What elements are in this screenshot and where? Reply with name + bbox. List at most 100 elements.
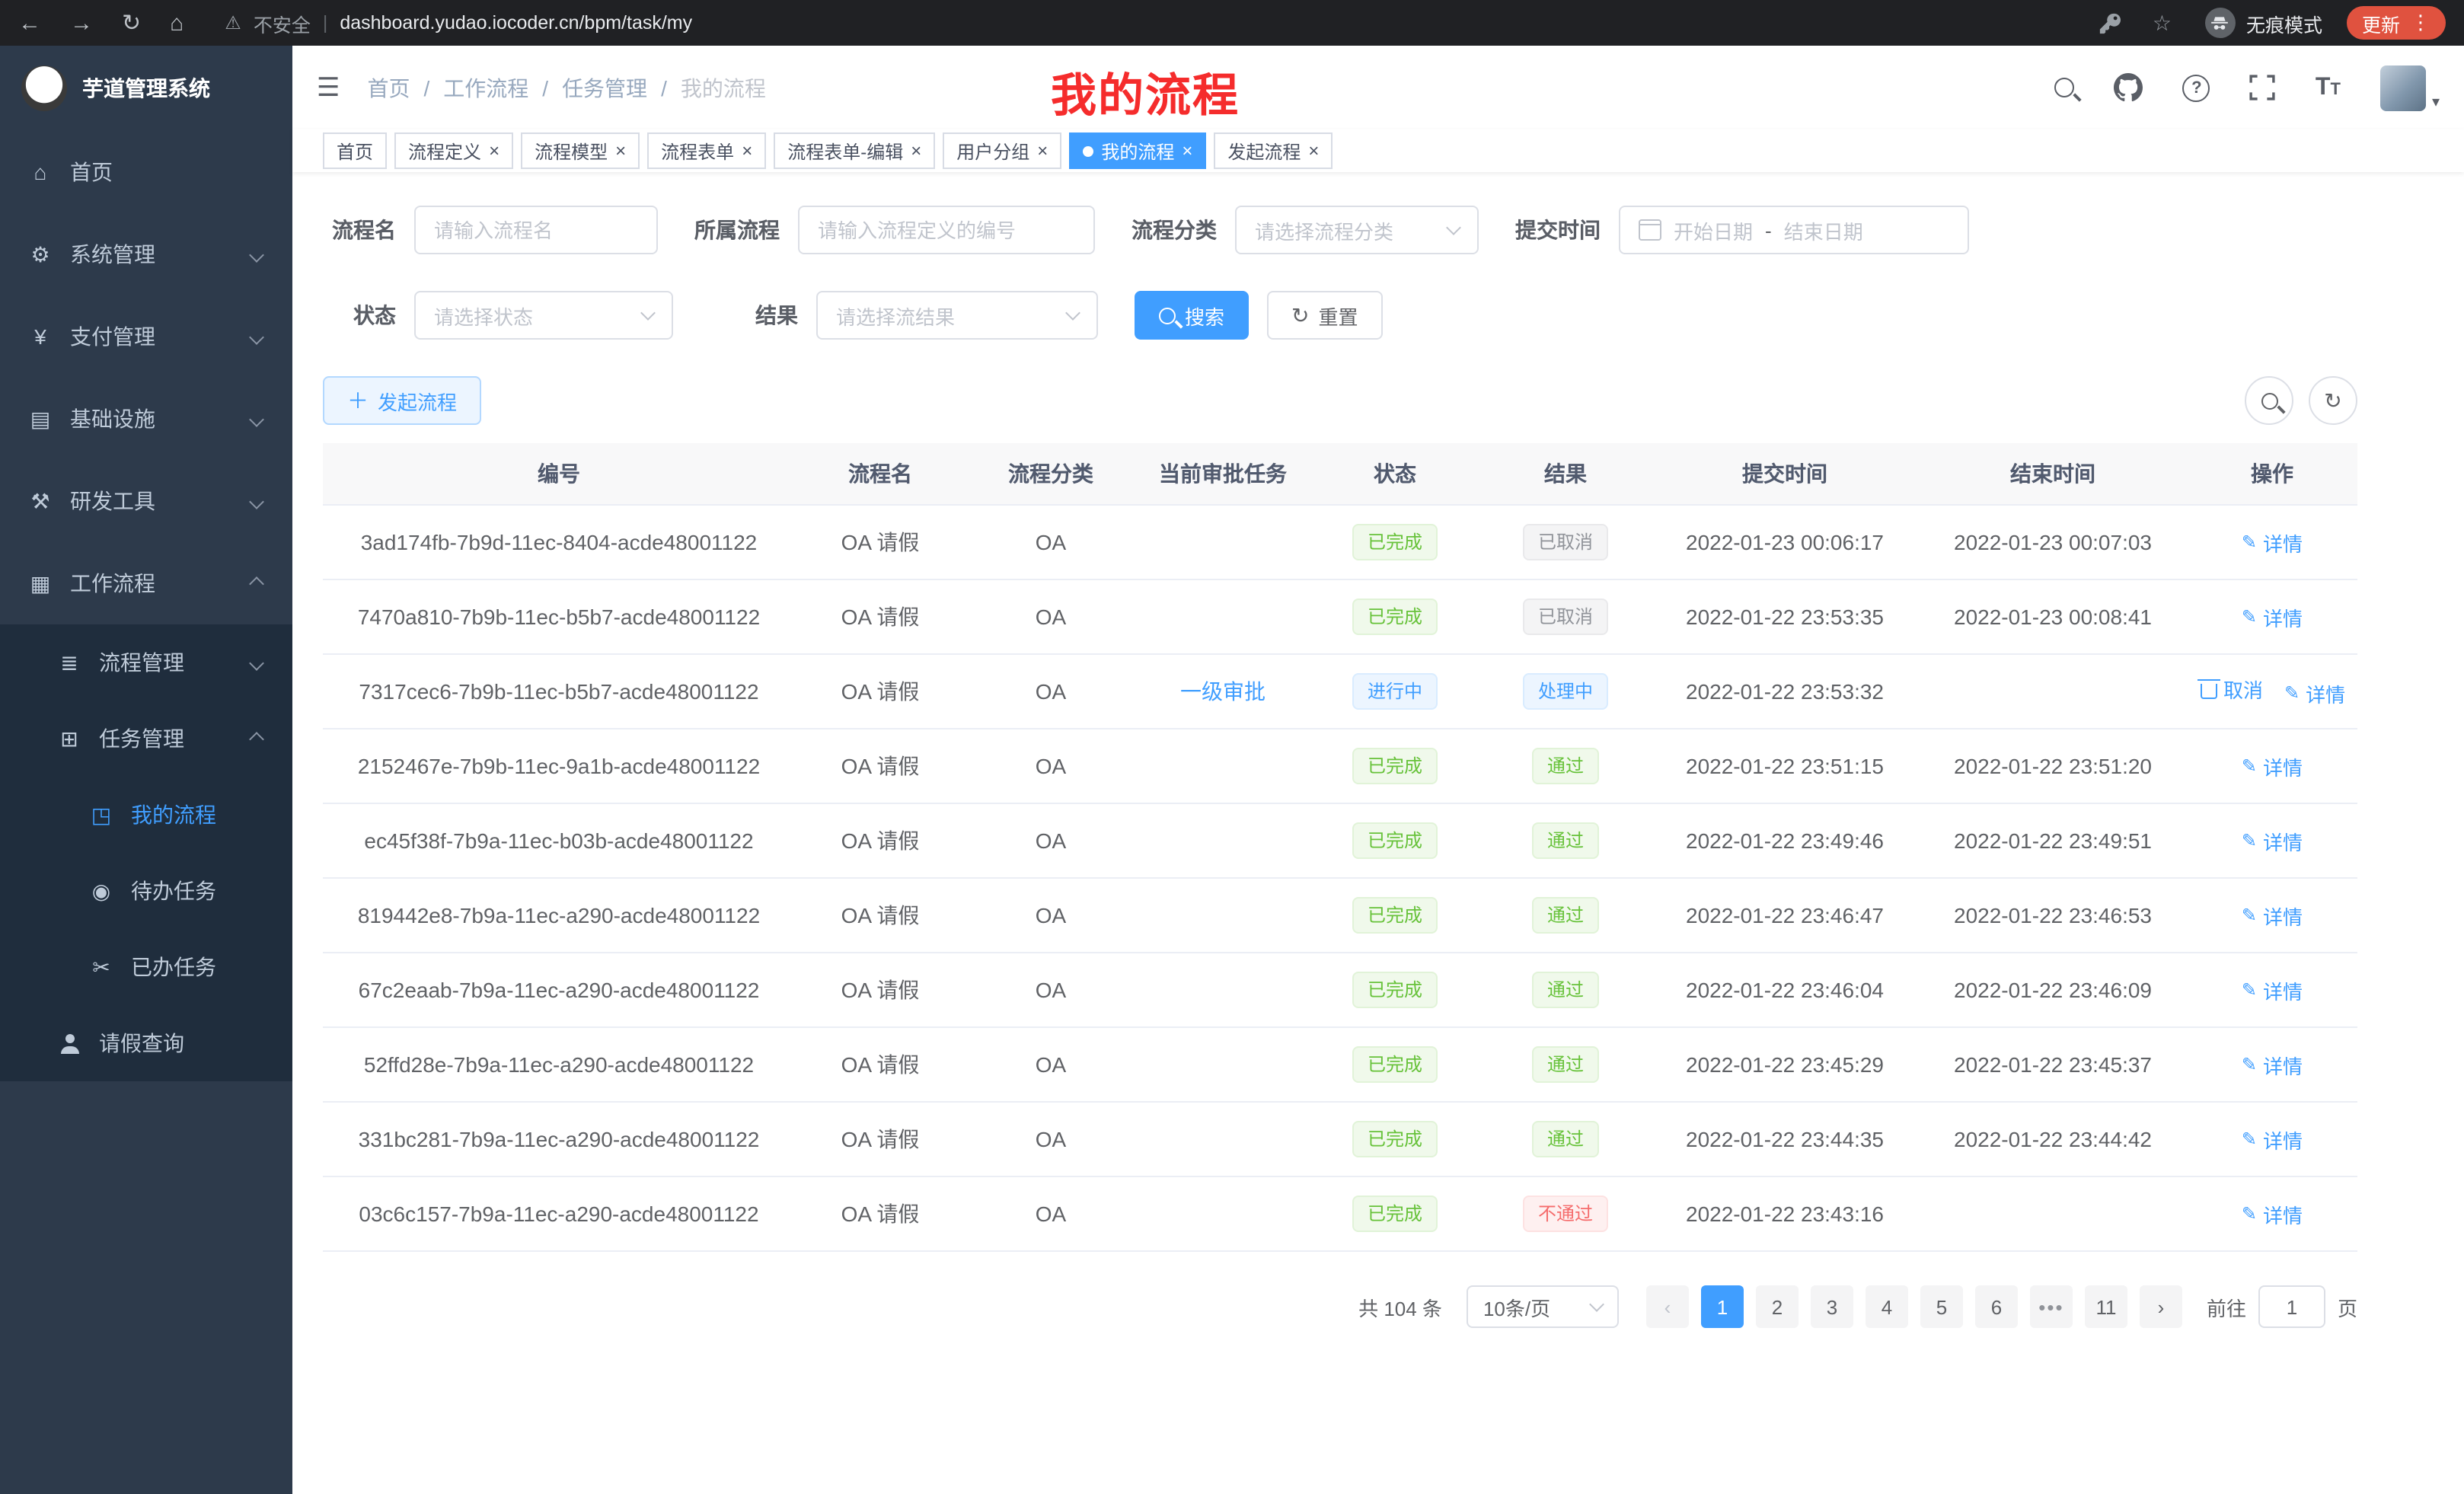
fullscreen-icon[interactable] [2250,75,2276,101]
browser-refresh-icon[interactable]: ↻ [122,9,141,37]
process-definition-input[interactable] [798,206,1095,254]
date-range-picker[interactable]: 开始日期 - 结束日期 [1619,206,1969,254]
cell-category: OA [965,1027,1136,1102]
sidebar-item-system[interactable]: ⚙系统管理 [0,213,292,295]
browser-home-icon[interactable]: ⌂ [170,10,184,36]
chevron-down-icon [1446,220,1461,235]
sidebar-item-payment[interactable]: ¥支付管理 [0,295,292,378]
sidebar-item-done-task[interactable]: ✂已办任务 [0,929,292,1005]
process-name-input[interactable] [414,206,658,254]
result-select[interactable]: 请选择流结果 [816,291,1098,340]
table-search-button[interactable] [2245,376,2293,425]
detail-button[interactable]: ✎详情 [2242,1050,2303,1079]
breadcrumb-item[interactable]: 工作流程 [443,72,528,103]
cell-submit-time: 2022-01-22 23:46:04 [1651,953,1919,1027]
screen: ← → ↻ ⌂ ⚠ 不安全 | dashboard.yudao.iocoder.… [0,0,2464,1494]
page-button-1[interactable]: 1 [1701,1285,1744,1328]
category-select[interactable]: 请选择流程分类 [1235,206,1479,254]
detail-button[interactable]: ✎详情 [2284,679,2345,708]
result-tag: 通过 [1532,1046,1599,1083]
detail-button[interactable]: ✎详情 [2242,826,2303,855]
chevron-down-icon [249,247,264,262]
page-more-button[interactable]: ••• [2030,1285,2073,1328]
tab-user-group[interactable]: 用户分组× [943,132,1061,169]
browser-forward-icon[interactable]: → [70,10,93,36]
sidebar-item-dev-tools[interactable]: ⚒研发工具 [0,460,292,542]
next-page-button[interactable]: › [2140,1285,2182,1328]
cell-category: OA [965,1176,1136,1251]
tab-close-icon[interactable]: × [489,142,500,160]
cell-process-name: OA 请假 [795,1176,965,1251]
table-refresh-button[interactable]: ↻ [2309,376,2357,425]
result-tag: 通过 [1532,897,1599,934]
page-button-3[interactable]: 3 [1811,1285,1853,1328]
page-content: 流程名 所属流程 流程分类 请选择流程分类 [292,172,2464,1374]
page-button-5[interactable]: 5 [1920,1285,1963,1328]
tab-home[interactable]: 首页 [323,132,387,169]
github-icon[interactable] [2115,73,2143,102]
sidebar-item-infrastructure[interactable]: ▤基础设施 [0,378,292,460]
browser-menu-icon[interactable]: ⋮ [2411,11,2430,35]
detail-button[interactable]: ✎详情 [2242,1199,2303,1228]
detail-button[interactable]: ✎详情 [2242,975,2303,1004]
tab-close-icon[interactable]: × [1037,142,1048,160]
tab-process-form-edit[interactable]: 流程表单-编辑× [774,132,935,169]
detail-button[interactable]: ✎详情 [2242,602,2303,631]
prev-page-button[interactable]: ‹ [1646,1285,1689,1328]
page-button-4[interactable]: 4 [1866,1285,1908,1328]
sidebar-item-leave-query[interactable]: 请假查询 [0,1005,292,1081]
plus-icon: ＋ [347,390,369,411]
page-button-11[interactable]: 11 [2085,1285,2127,1328]
create-process-button[interactable]: ＋ 发起流程 [323,376,481,425]
status-select[interactable]: 请选择状态 [414,291,673,340]
user-avatar[interactable]: ▾ [2380,65,2440,110]
tab-close-icon[interactable]: × [1182,142,1192,160]
page-jump-input[interactable] [2258,1285,2325,1328]
tab-my-process[interactable]: 我的流程× [1069,132,1206,169]
detail-button[interactable]: ✎详情 [2242,901,2303,930]
detail-button[interactable]: ✎详情 [2242,528,2303,557]
page-button-6[interactable]: 6 [1975,1285,2018,1328]
reset-button[interactable]: ↻ 重置 [1267,291,1383,340]
sidebar-item-my-process[interactable]: ◳我的流程 [0,777,292,853]
tab-close-icon[interactable]: × [911,142,921,160]
search-button[interactable]: 搜索 [1135,291,1249,340]
sidebar-item-home[interactable]: ⌂首页 [0,131,292,213]
cell-category: OA [965,654,1136,729]
sidebar-item-workflow[interactable]: ▦工作流程 [0,542,292,624]
search-icon[interactable] [2055,78,2075,97]
page-button-2[interactable]: 2 [1756,1285,1799,1328]
breadcrumb-item[interactable]: 任务管理 [562,72,647,103]
breadcrumb-item[interactable]: 首页 [368,72,410,103]
current-task-link[interactable]: 一级审批 [1180,679,1266,704]
chevron-down-icon [249,655,264,670]
tab-process-definition[interactable]: 流程定义× [394,132,513,169]
sidebar-item-todo-task[interactable]: ◉待办任务 [0,853,292,929]
key-icon[interactable] [2099,11,2122,34]
sidebar-item-process-mgmt[interactable]: ≣流程管理 [0,624,292,701]
tab-close-icon[interactable]: × [615,142,626,160]
tab-close-icon[interactable]: × [742,142,752,160]
tab-process-model[interactable]: 流程模型× [521,132,640,169]
tab-process-form[interactable]: 流程表单× [647,132,766,169]
help-icon[interactable] [2183,74,2210,101]
tab-create-process[interactable]: 发起流程× [1214,132,1333,169]
annotation-title: 我的流程 [1051,58,1240,125]
page-size-select[interactable]: 10条/页 [1467,1285,1619,1328]
update-button[interactable]: 更新 ⋮ [2347,6,2446,40]
cell-status: 已完成 [1310,953,1480,1027]
tab-close-icon[interactable]: × [1308,142,1319,160]
cancel-button[interactable]: 取消 [2201,675,2263,704]
browser-back-icon[interactable]: ← [18,10,41,36]
breadcrumb-separator: / [424,75,430,100]
address-bar[interactable]: ⚠ 不安全 | dashboard.yudao.iocoder.cn/bpm/t… [225,8,692,37]
sidebar-toggle-icon[interactable]: ☰ [317,72,340,103]
sidebar-item-task-mgmt[interactable]: ⊞任务管理 [0,701,292,777]
font-size-icon[interactable]: TT [2316,74,2341,101]
pencil-icon: ✎ [2284,683,2300,704]
table-toolbar: ＋ 发起流程 ↻ [323,376,2357,425]
bookmark-star-icon[interactable]: ☆ [2153,10,2172,36]
cell-current-task [1136,505,1310,579]
detail-button[interactable]: ✎详情 [2242,1125,2303,1154]
detail-button[interactable]: ✎详情 [2242,752,2303,781]
